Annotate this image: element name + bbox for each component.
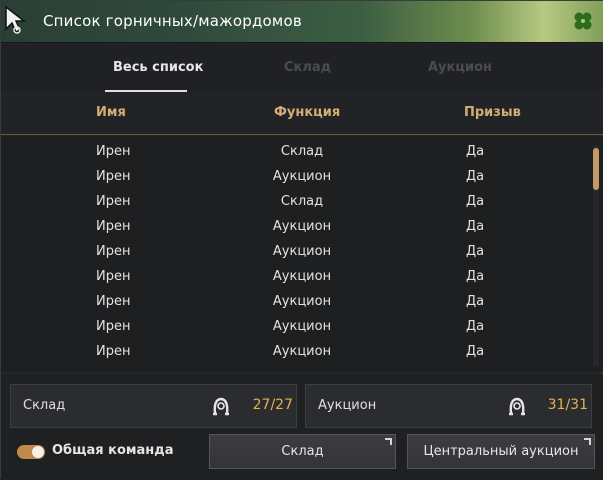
tab-all-list[interactable]: Весь список: [113, 60, 203, 75]
toggle-knob: [32, 446, 44, 458]
clover-icon[interactable]: [572, 10, 594, 32]
cell-function: Аукцион: [272, 244, 332, 259]
storage-count: 27/27: [252, 397, 293, 413]
tab-bar: Весь список Склад Аукцион: [1, 44, 603, 92]
maid-icon: [509, 397, 525, 416]
tab-auction[interactable]: Аукцион: [428, 60, 492, 75]
popout-icon: [584, 438, 591, 445]
cell-function: Аукцион: [272, 294, 332, 309]
cell-name: Ирен: [96, 244, 131, 259]
central-auction-button-label: Центральный аукцион: [423, 444, 579, 459]
table-row[interactable]: Ирен Аукцион Да: [1, 215, 581, 240]
cell-summon: Да: [466, 294, 485, 309]
cell-summon: Да: [466, 169, 485, 184]
table-header: Имя Функция Призыв: [1, 93, 603, 135]
table-row[interactable]: Ирен Аукцион Да: [1, 240, 581, 265]
table-row[interactable]: Ирен Склад Да: [1, 190, 581, 215]
popout-icon: [385, 438, 392, 445]
cursor-icon: [5, 5, 27, 34]
cell-name: Ирен: [96, 319, 131, 334]
table-row[interactable]: Ирен Аукцион Да: [1, 290, 581, 315]
table-row[interactable]: Ирен Аукцион Да: [1, 265, 581, 290]
table-row[interactable]: Ирен Аукцион Да: [1, 165, 581, 190]
auction-summary-label: Аукцион: [318, 398, 377, 413]
cell-summon: Да: [466, 269, 485, 284]
cell-summon: Да: [466, 344, 485, 359]
cell-function: Аукцион: [272, 169, 332, 184]
cell-name: Ирен: [96, 144, 131, 159]
cell-name: Ирен: [96, 194, 131, 209]
cell-name: Ирен: [96, 269, 131, 284]
title-bar[interactable]: Список горничных/мажордомов: [1, 1, 603, 43]
cell-name: Ирен: [96, 294, 131, 309]
column-header-summon[interactable]: Призыв: [464, 105, 521, 120]
cell-summon: Да: [466, 219, 485, 234]
auction-count: 31/31: [547, 397, 588, 413]
storage-button[interactable]: Склад: [209, 434, 396, 469]
cell-function: Аукцион: [272, 269, 332, 284]
window-title: Список горничных/мажордомов: [43, 12, 302, 30]
cell-summon: Да: [466, 244, 485, 259]
tab-storage[interactable]: Склад: [284, 60, 331, 75]
maid-icon: [213, 397, 229, 416]
cell-function: Аукцион: [272, 319, 332, 334]
common-command-toggle[interactable]: [17, 445, 45, 459]
column-header-name[interactable]: Имя: [96, 105, 126, 120]
cell-name: Ирен: [96, 344, 131, 359]
storage-summary-label: Склад: [23, 398, 66, 413]
storage-button-label: Склад: [281, 444, 324, 459]
cell-name: Ирен: [96, 219, 131, 234]
cell-function: Аукцион: [272, 344, 332, 359]
cell-summon: Да: [466, 194, 485, 209]
central-auction-button[interactable]: Центральный аукцион: [407, 434, 595, 469]
common-command-label: Общая команда: [52, 443, 174, 458]
cell-summon: Да: [466, 144, 485, 159]
maid-list-window: Список горничных/мажордомов Весь список …: [0, 0, 603, 480]
cell-function: Аукцион: [272, 219, 332, 234]
cell-name: Ирен: [96, 169, 131, 184]
scrollbar-thumb[interactable]: [593, 148, 599, 190]
table-body: Ирен Склад Да Ирен Аукцион Да Ирен Склад…: [1, 136, 603, 372]
cell-function: Склад: [280, 144, 324, 159]
table-row[interactable]: Ирен Аукцион Да: [1, 315, 581, 340]
cell-function: Склад: [280, 194, 324, 209]
active-tab-indicator: [105, 90, 187, 92]
table-row[interactable]: Ирен Аукцион Да: [1, 340, 581, 365]
storage-summary-box: Склад 27/27: [10, 384, 297, 428]
table-row[interactable]: Ирен Склад Да: [1, 140, 581, 165]
cell-summon: Да: [466, 319, 485, 334]
auction-summary-box: Аукцион 31/31: [305, 384, 592, 428]
column-header-function[interactable]: Функция: [274, 105, 340, 120]
